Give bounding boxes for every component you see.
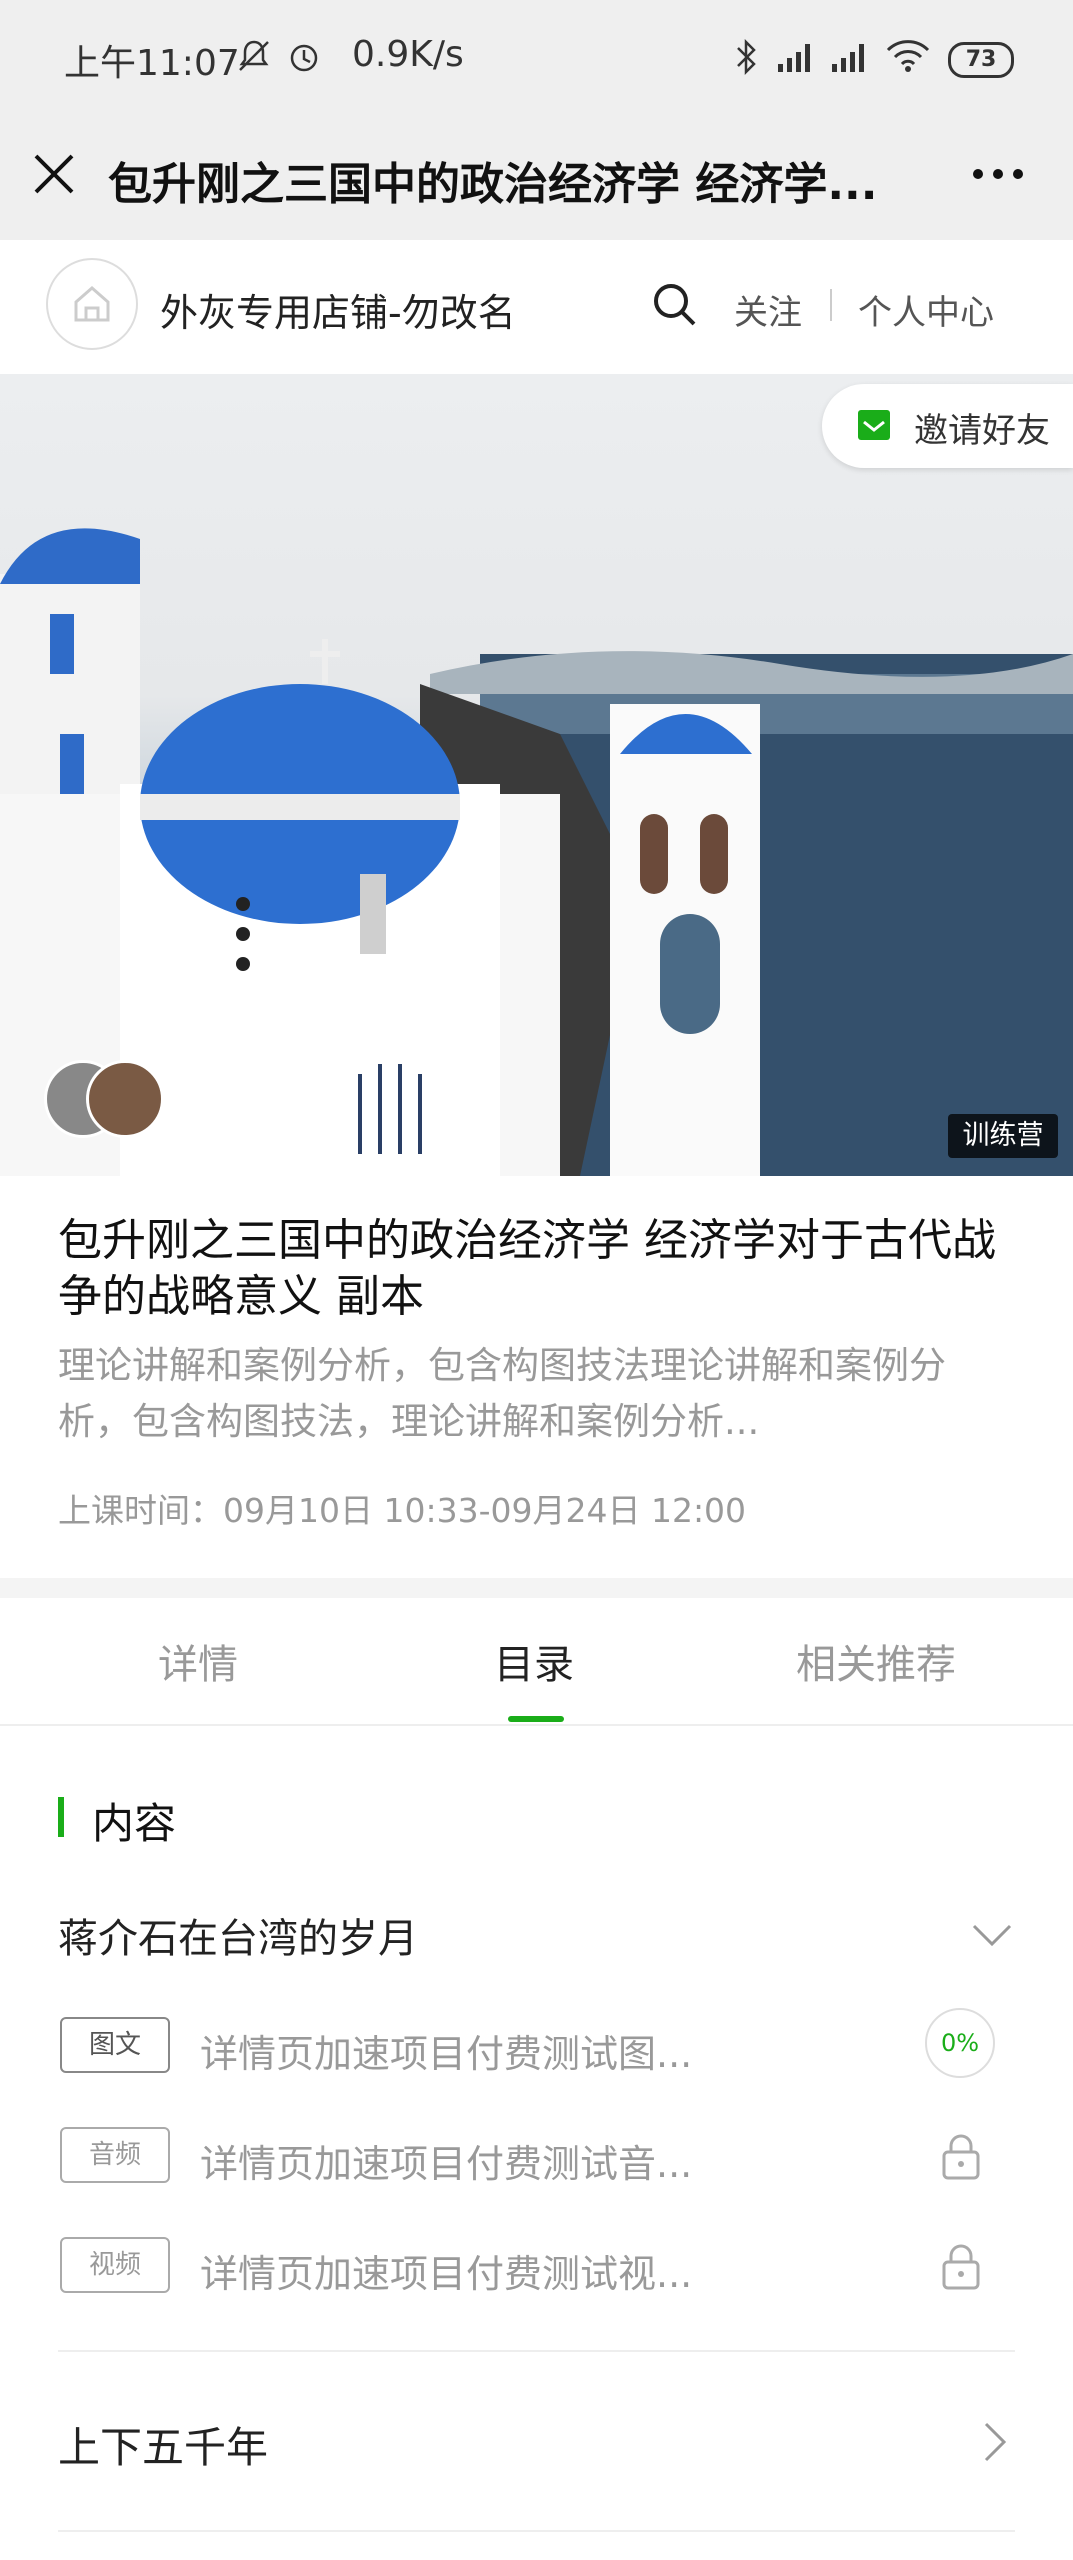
chevron-down-icon[interactable] (970, 1920, 1014, 1948)
personal-center-button[interactable]: 个人中心 (858, 285, 994, 334)
course-time: 上课时间：09月10日 10:33-09月24日 12:00 (58, 1491, 747, 1530)
mute-bell-icon (239, 40, 269, 71)
battery-indicator: 73 (948, 42, 1014, 78)
avatar (86, 1060, 164, 1138)
tab-details[interactable]: 详情 (158, 1632, 238, 1690)
signal-hd-icon (778, 44, 810, 72)
section-title: 内容 (92, 1799, 177, 1848)
alarm-icon (290, 44, 318, 72)
list-item-title[interactable]: 详情页加速项目付费测试图... (200, 2023, 692, 2078)
chapter-title[interactable]: 上下五千年 (58, 2414, 268, 2475)
divider (58, 2350, 1015, 2352)
list-item-title[interactable]: 详情页加速项目付费测试视... (200, 2243, 692, 2298)
course-title: 包升刚之三国中的政治经济学 经济学对于古代战争的战略意义 副本 (58, 1215, 996, 1322)
page-title: 包升刚之三国中的政治经济学 经济学... (108, 159, 878, 210)
tab-catalog[interactable]: 目录 (494, 1632, 574, 1690)
chevron-right-icon[interactable] (980, 2420, 1008, 2464)
lock-icon (942, 2134, 980, 2180)
item-type-tag: 音频 (60, 2127, 170, 2183)
course-description: 理论讲解和案例分析，包含构图技法理论讲解和案例分析，包含构图技法，理论讲解和案例… (58, 1344, 946, 1443)
follow-button[interactable]: 关注 (734, 285, 802, 334)
wifi-icon (886, 40, 930, 72)
section-marker (58, 1797, 64, 1837)
list-item-title[interactable]: 详情页加速项目付费测试音... (200, 2133, 692, 2188)
participants-count: 2人参与 (194, 1095, 318, 1135)
divider (830, 289, 832, 321)
shop-logo[interactable] (46, 258, 138, 350)
item-type-tag: 图文 (60, 2017, 170, 2073)
section-gap (0, 1578, 1073, 1598)
lock-icon (942, 2244, 980, 2290)
status-time: 上午11:07 (64, 43, 240, 84)
search-icon[interactable] (650, 280, 700, 330)
signal-icon (832, 44, 864, 72)
divider (58, 2530, 1015, 2532)
chapter-title[interactable]: 蒋介石在台湾的岁月 (58, 1906, 418, 1964)
shop-name[interactable]: 外灰专用店铺-勿改名 (160, 282, 516, 337)
item-type-tag: 视频 (60, 2237, 170, 2293)
tab-recommendations[interactable]: 相关推荐 (796, 1632, 956, 1690)
close-icon[interactable] (30, 150, 78, 198)
net-speed: 0.9K/s (352, 34, 464, 75)
hero-image (0, 374, 1073, 1176)
progress-badge: 0% (925, 2008, 995, 2078)
gift-envelope-icon (858, 410, 890, 440)
more-icon[interactable] (968, 160, 1028, 188)
santorini-illustration (0, 528, 1073, 1176)
invite-friends-label[interactable]: 邀请好友 (914, 403, 1050, 452)
training-camp-badge: 训练营 (948, 1114, 1058, 1158)
bluetooth-icon (737, 38, 756, 76)
active-tab-indicator (508, 1716, 564, 1722)
home-icon (74, 286, 110, 322)
